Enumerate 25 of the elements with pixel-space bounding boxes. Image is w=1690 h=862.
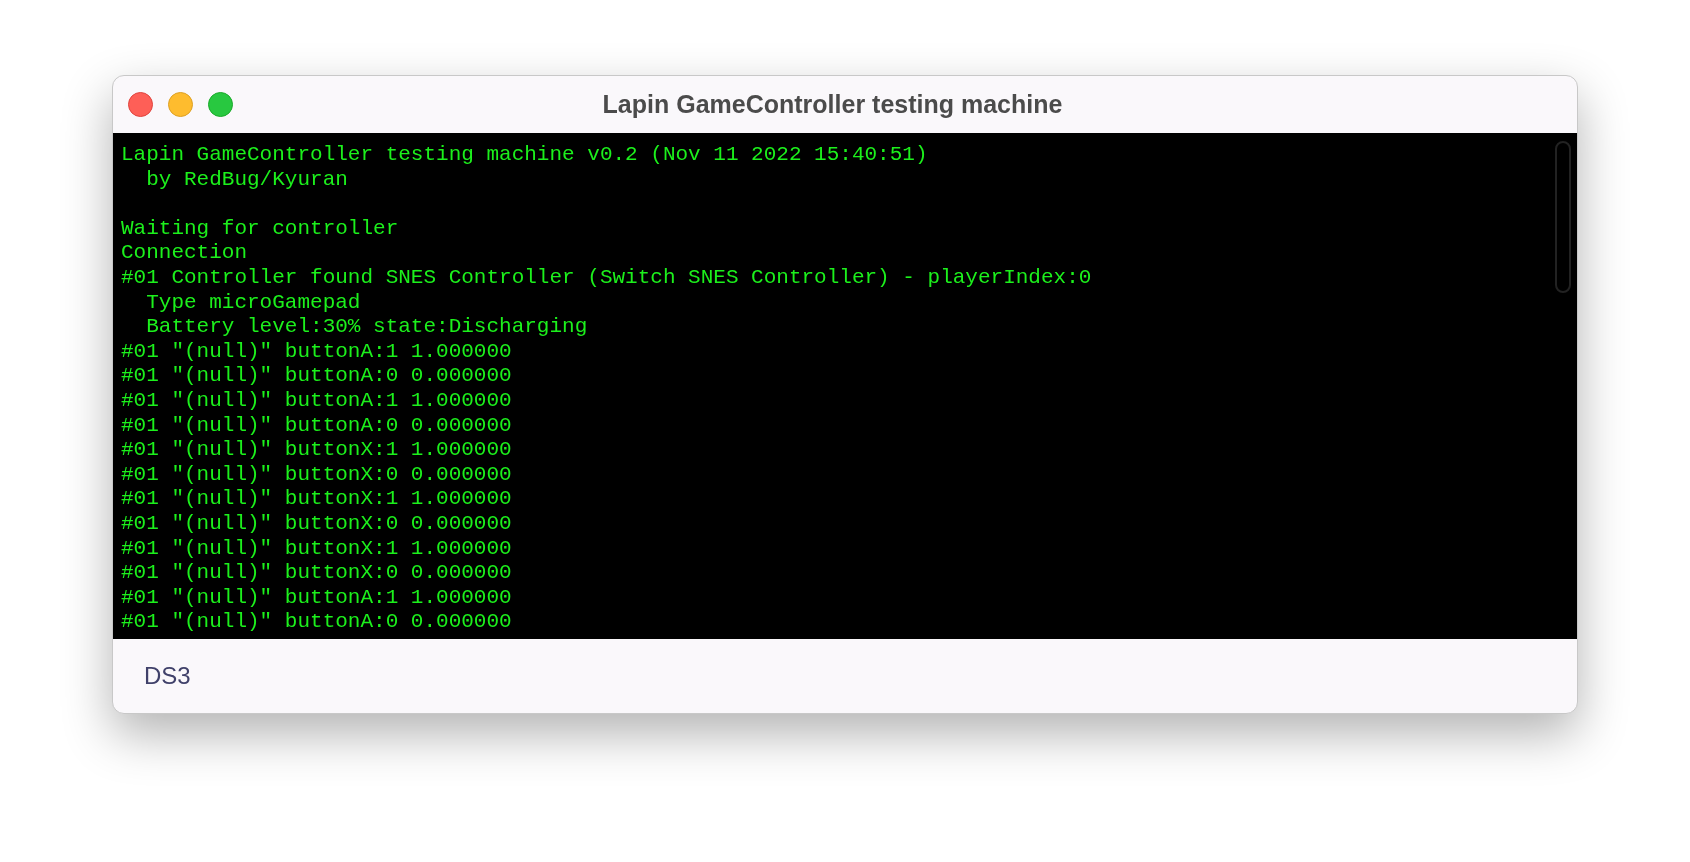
- scrollbar-track[interactable]: [1555, 141, 1571, 293]
- console-line: #01 "(null)" buttonA:1 1.000000: [121, 388, 512, 414]
- console-line: #01 "(null)" buttonX:1 1.000000: [121, 487, 512, 512]
- console-line: Battery level:30% state:Discharging: [145, 315, 588, 340]
- console-line: #01 "(null)" buttonX:1 1.000000: [121, 536, 512, 562]
- window-title: Lapin GameController testing machine: [602, 88, 1063, 120]
- console-line: Waiting for controller: [121, 216, 399, 242]
- close-icon[interactable]: [128, 92, 153, 117]
- console-line: #01 Controller found SNES Controller (Switch SNES Controller) - playerIndex:0: [121, 265, 1092, 291]
- console-line: Lapin GameController testing machine v0.2 (Nov 11 2022 15:40:51): [121, 143, 928, 168]
- console-line: Connection: [121, 241, 248, 266]
- minimize-icon[interactable]: [168, 92, 193, 117]
- footer-label: DS3: [144, 661, 191, 691]
- console-line: #01 "(null)" buttonX:0 0.000000: [121, 561, 512, 586]
- console-line: #01 "(null)" buttonX:0 0.000000: [121, 462, 512, 488]
- console-line: #01 "(null)" buttonA:1 1.000000: [121, 585, 512, 611]
- console-line: by RedBug/Kyuran: [145, 167, 348, 193]
- console-line: #01 "(null)" buttonX:1 1.000000: [121, 438, 512, 463]
- console-line: #01 "(null)" buttonX:0 0.000000: [121, 511, 512, 537]
- console-line: #01 "(null)" buttonA:0 0.000000: [121, 413, 512, 439]
- console-line: #01 "(null)" buttonA:0 0.000000: [121, 610, 512, 635]
- zoom-icon[interactable]: [208, 92, 233, 117]
- console-line: #01 "(null)" buttonA:0 0.000000: [121, 364, 512, 389]
- console-line: #01 "(null)" buttonA:1 1.000000: [121, 339, 512, 365]
- console-line: Type microGamepad: [145, 290, 361, 316]
